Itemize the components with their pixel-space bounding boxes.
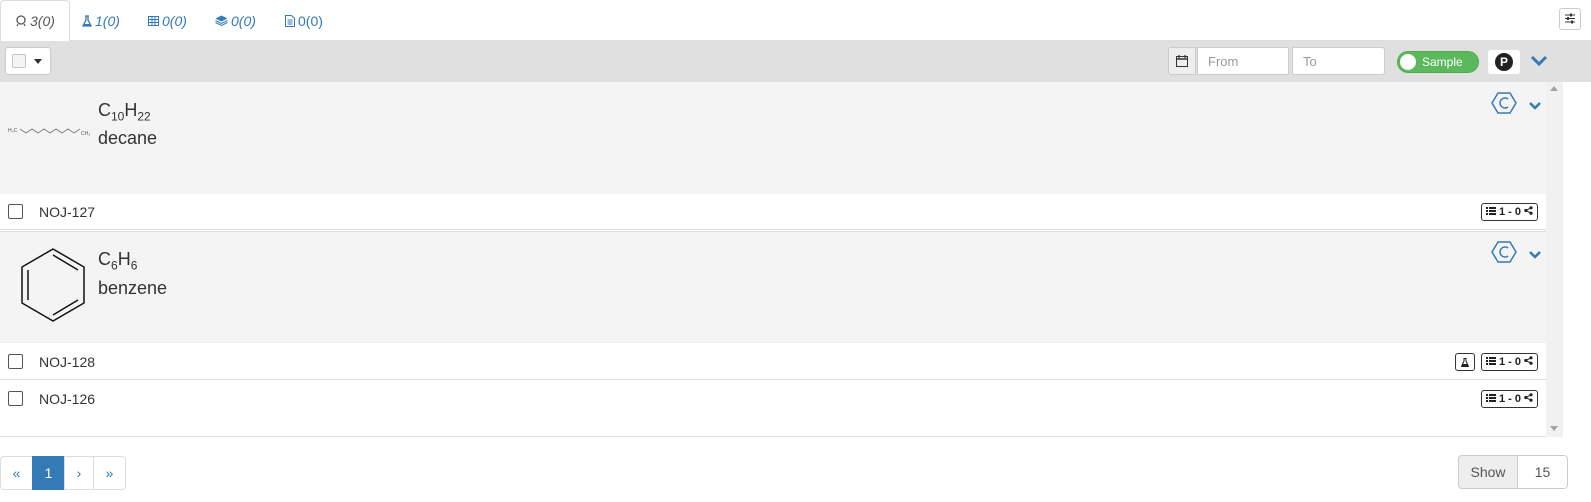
molecule-formula: C6H6 [98,249,137,273]
tab-bar: 3(0) 1(0) 0(0) 0(0) 0(0) [0,0,1591,42]
svg-text:CH₃: CH₃ [81,131,90,137]
column-settings-button[interactable] [1559,8,1581,30]
formula-element: H [117,249,131,269]
document-icon [285,14,295,27]
formula-element: H [124,100,138,120]
next-page-button[interactable]: › [64,456,94,490]
page-size-input[interactable]: 15 [1518,455,1568,489]
show-label: Show [1458,455,1518,489]
date-from-input[interactable] [1197,47,1289,75]
formula-subscript: 6 [111,258,118,273]
tab-wellplates-label: 0(0) [162,12,187,29]
badge-count: 1 - 0 [1498,393,1521,405]
sample-name: NOJ-126 [39,391,96,407]
share-icon [1524,206,1533,218]
molecule-group-header[interactable]: H₃C CH₃ C10H22 decane [0,82,1546,194]
wellplate-icon [148,15,159,26]
list-scrollbar[interactable] [1546,82,1563,437]
flask-icon [82,14,92,27]
benzene-ring-icon[interactable] [1491,241,1517,266]
element-list: H₃C CH₃ C10H22 decane NOJ-127 1 - 0 C6H6… [0,82,1546,437]
tab-samples[interactable]: 3(0) [0,0,70,42]
tab-samples-label: 3(0) [30,13,55,29]
badge-count: 1 - 0 [1498,206,1521,218]
tab-reactions[interactable]: 1(0) [82,0,120,41]
scroll-up-icon[interactable] [1550,86,1558,91]
sample-checkbox[interactable] [8,391,23,406]
share-icon [1524,393,1533,405]
tab-reactions-label: 1(0) [95,12,120,29]
analyses-badge[interactable]: 1 - 0 [1480,203,1538,221]
tab-wellplates[interactable]: 0(0) [148,0,187,41]
page-1-button[interactable]: 1 [32,456,65,490]
scroll-down-icon[interactable] [1550,426,1558,431]
tab-research-plans[interactable]: 0(0) [285,0,323,41]
analyses-badge[interactable]: 1 - 0 [1480,353,1538,371]
chevron-down-icon[interactable] [1528,247,1542,263]
sample-checkbox[interactable] [8,354,23,369]
svg-text:H₃C: H₃C [8,128,18,134]
formula-subscript: 10 [111,109,125,124]
layers-icon [215,15,228,26]
select-all-dropdown[interactable] [5,47,51,75]
list-toolbar [0,41,1591,82]
sample-row[interactable]: NOJ-128 1 - 0 [0,344,1546,380]
tab-screens-label: 0(0) [231,12,256,29]
caret-down-icon [34,58,42,64]
sample-row[interactable]: NOJ-127 1 - 0 [0,194,1546,230]
tab-research-plans-label: 0(0) [298,12,323,29]
decane-structure-image: H₃C CH₃ [8,122,94,141]
formula-subscript: 6 [130,258,138,273]
list-icon [1485,393,1496,405]
sample-icon [15,15,27,27]
user-icon[interactable] [1455,353,1475,371]
first-page-button[interactable]: « [0,456,33,490]
analyses-badge[interactable]: 1 - 0 [1480,390,1538,408]
benzene-ring-icon[interactable] [1491,92,1517,117]
chevron-down-icon[interactable] [1530,54,1548,70]
page-size-control: Show 15 [1458,455,1568,489]
molecule-formula: C10H22 [98,100,151,124]
formula-element: C [98,249,111,269]
molecule-name: decane [98,128,158,148]
calendar-icon[interactable] [1168,47,1196,75]
molecule-group-header[interactable]: C6H6 benzene [0,231,1546,343]
product-filter-button[interactable]: P [1488,50,1520,74]
formula-subscript: 22 [137,109,151,124]
pagination: « 1 › » [0,456,126,490]
molecule-name: benzene [98,278,168,298]
p-icon: P [1495,53,1513,71]
formula-element: C [98,100,111,120]
toggle-label: Sample [1422,55,1463,69]
sample-name: NOJ-128 [39,354,96,370]
last-page-button[interactable]: » [93,456,126,490]
benzene-structure-image [18,246,88,327]
sample-row[interactable]: NOJ-126 1 - 0 [0,381,1546,417]
date-to-input[interactable] [1292,47,1385,75]
tab-screens[interactable]: 0(0) [215,0,256,41]
sample-toggle[interactable]: Sample [1397,51,1479,73]
share-icon [1524,356,1533,368]
sample-checkbox[interactable] [8,204,23,219]
sample-name: NOJ-127 [39,204,96,220]
toggle-knob [1400,54,1416,70]
list-icon [1485,206,1496,218]
select-all-checkbox[interactable] [12,54,26,68]
list-icon [1485,356,1496,368]
chevron-down-icon[interactable] [1528,98,1542,114]
sliders-icon [1564,11,1576,27]
badge-count: 1 - 0 [1498,356,1521,368]
